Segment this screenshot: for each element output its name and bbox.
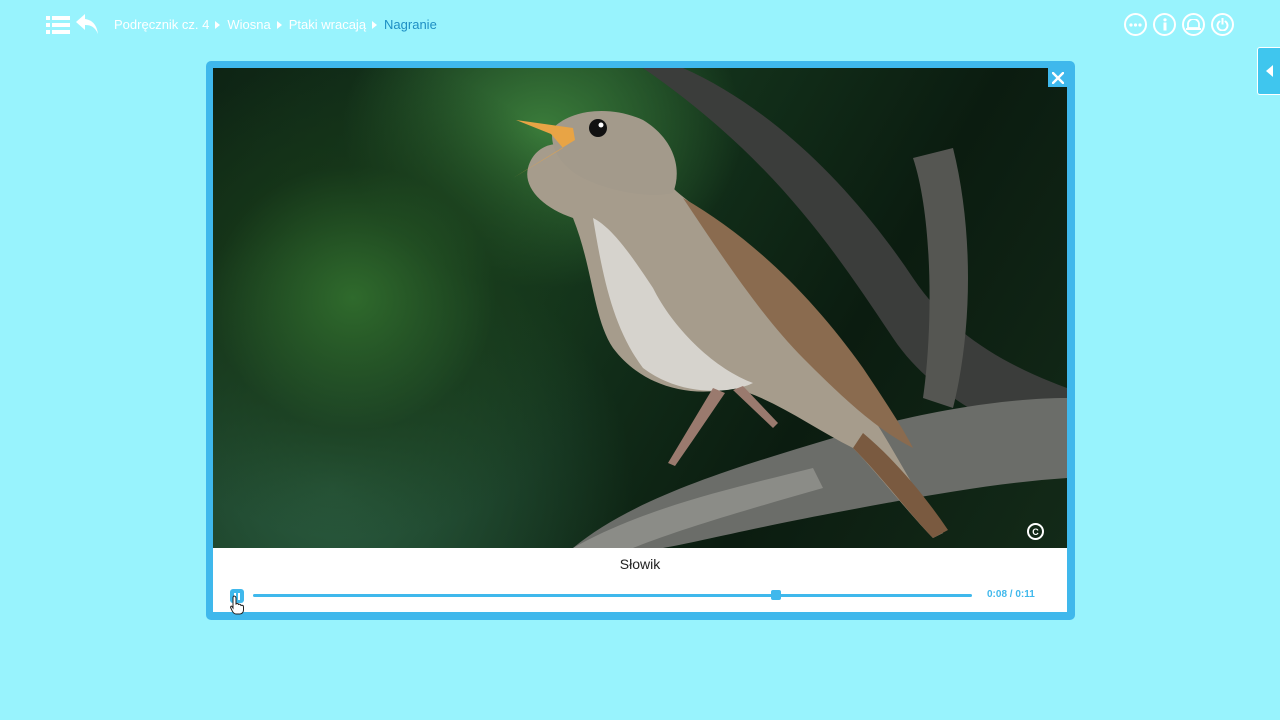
breadcrumb-item-current: Nagranie [384,17,437,32]
power-icon[interactable] [1211,13,1234,36]
breadcrumb-item-ptaki-wracaja[interactable]: Ptaki wracają [289,17,366,32]
close-icon [1051,71,1064,84]
breadcrumb-item-podrecznik[interactable]: Podręcznik cz. 4 [114,17,209,32]
copyright-icon: C [1027,523,1044,540]
progress-thumb[interactable] [770,590,781,600]
display-icon[interactable] [1182,13,1205,36]
breadcrumb-separator-icon [372,20,378,29]
close-button[interactable] [1048,68,1067,87]
time-display: 0:08 / 0:11 [987,589,1035,600]
side-panel-toggle[interactable] [1257,47,1280,95]
nightingale-photo [213,68,1067,548]
breadcrumb-separator-icon [276,20,282,29]
back-icon[interactable] [74,12,100,36]
menu-icon[interactable] [46,14,70,36]
info-icon[interactable] [1153,13,1176,36]
progress-bar[interactable] [253,590,972,600]
video-player-modal: C Słowik 0:08 / 0:11 [206,61,1075,620]
header-actions [1124,13,1234,36]
breadcrumb: Podręcznik cz. 4 Wiosna Ptaki wracają Na… [114,17,437,32]
top-bar: Podręcznik cz. 4 Wiosna Ptaki wracają Na… [0,0,1280,50]
chevron-left-icon [1265,65,1273,77]
breadcrumb-separator-icon [215,20,221,29]
hand-cursor-icon [230,595,244,615]
more-icon[interactable] [1124,13,1147,36]
media-caption: Słowik [619,556,661,572]
breadcrumb-item-wiosna[interactable]: Wiosna [227,17,270,32]
player-controls: Słowik 0:08 / 0:11 [213,548,1067,612]
